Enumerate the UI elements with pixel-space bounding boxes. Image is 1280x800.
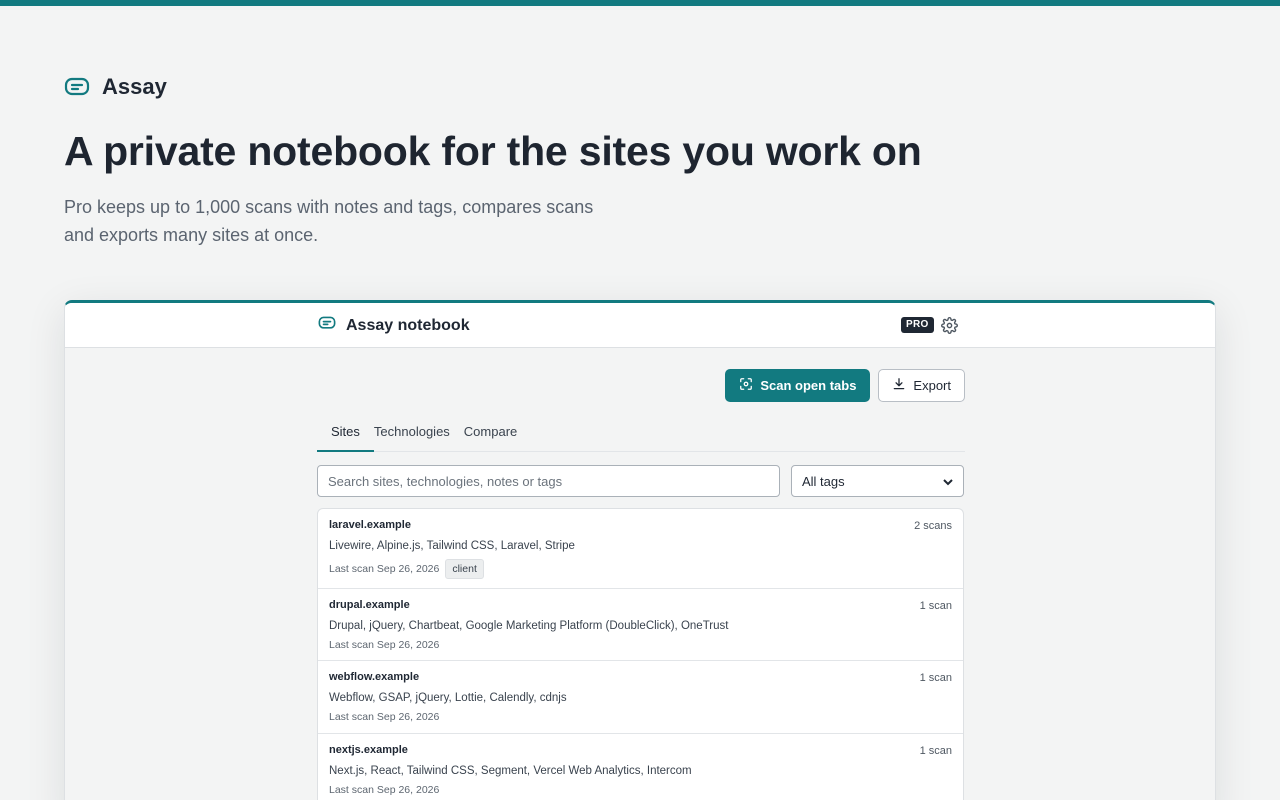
site-domain: webflow.example (329, 671, 420, 683)
scan-open-tabs-button[interactable]: Scan open tabs (725, 369, 871, 402)
tab-bar: Sites Technologies Compare (317, 422, 965, 452)
brand-name: Assay (102, 74, 167, 99)
tab-compare[interactable]: Compare (464, 422, 531, 452)
site-domain: drupal.example (329, 599, 410, 611)
last-scan-date: Last scan Sep 26, 2026 (329, 563, 440, 575)
scan-count: 2 scans (914, 520, 952, 532)
page-headline: A private notebook for the sites you wor… (64, 128, 922, 174)
pro-badge: PRO (901, 317, 934, 333)
message-square-icon (318, 315, 336, 336)
site-meta: Last scan Sep 26, 2026 (329, 639, 952, 651)
gear-icon[interactable] (941, 317, 958, 334)
scan-count: 1 scan (919, 745, 952, 757)
sites-list: laravel.example 2 scans Livewire, Alpine… (317, 508, 964, 800)
site-meta: Last scan Sep 26, 2026 (329, 784, 952, 796)
export-label: Export (913, 378, 951, 393)
toolbar: Scan open tabs Export (725, 369, 965, 402)
list-item[interactable]: webflow.example 1 scan Webflow, GSAP, jQ… (318, 661, 963, 734)
last-scan-date: Last scan Sep 26, 2026 (329, 639, 440, 651)
list-item[interactable]: laravel.example 2 scans Livewire, Alpine… (318, 509, 963, 589)
search-input[interactable] (317, 465, 780, 497)
scan-icon (739, 377, 753, 394)
site-technologies: Drupal, jQuery, Chartbeat, Google Market… (329, 620, 729, 632)
last-scan-date: Last scan Sep 26, 2026 (329, 711, 440, 723)
list-item[interactable]: nextjs.example 1 scan Next.js, React, Ta… (318, 734, 963, 800)
brand[interactable]: Assay (64, 74, 167, 100)
scan-count: 1 scan (919, 600, 952, 612)
list-item[interactable]: drupal.example 1 scan Drupal, jQuery, Ch… (318, 589, 963, 661)
chevron-down-icon (943, 474, 953, 489)
app-title: Assay notebook (346, 316, 470, 334)
site-domain: laravel.example (329, 519, 411, 531)
site-technologies: Next.js, React, Tailwind CSS, Segment, V… (329, 765, 692, 777)
export-button[interactable]: Export (878, 369, 965, 402)
app-header: Assay notebook PRO (65, 303, 1215, 348)
tag-filter-value: All tags (802, 473, 845, 489)
site-meta: Last scan Sep 26, 2026 (329, 711, 952, 723)
scan-open-tabs-label: Scan open tabs (760, 378, 857, 393)
page-subheadline: Pro keeps up to 1,000 scans with notes a… (64, 197, 594, 245)
top-accent-bar (0, 0, 1280, 6)
message-square-icon (64, 74, 90, 100)
tab-technologies[interactable]: Technologies (374, 422, 464, 452)
download-icon (892, 377, 906, 394)
tab-sites[interactable]: Sites (317, 422, 374, 452)
site-technologies: Webflow, GSAP, jQuery, Lottie, Calendly,… (329, 692, 567, 704)
site-technologies: Livewire, Alpine.js, Tailwind CSS, Larav… (329, 540, 575, 552)
site-meta: Last scan Sep 26, 2026 client (329, 559, 952, 579)
app-preview-window: Assay notebook PRO Scan open tabs Export… (64, 300, 1216, 800)
tag-chip[interactable]: client (445, 559, 484, 579)
tag-filter-select[interactable]: All tags (791, 465, 964, 497)
app-brand: Assay notebook (318, 315, 470, 336)
scan-count: 1 scan (919, 672, 952, 684)
last-scan-date: Last scan Sep 26, 2026 (329, 784, 440, 796)
site-domain: nextjs.example (329, 744, 408, 756)
